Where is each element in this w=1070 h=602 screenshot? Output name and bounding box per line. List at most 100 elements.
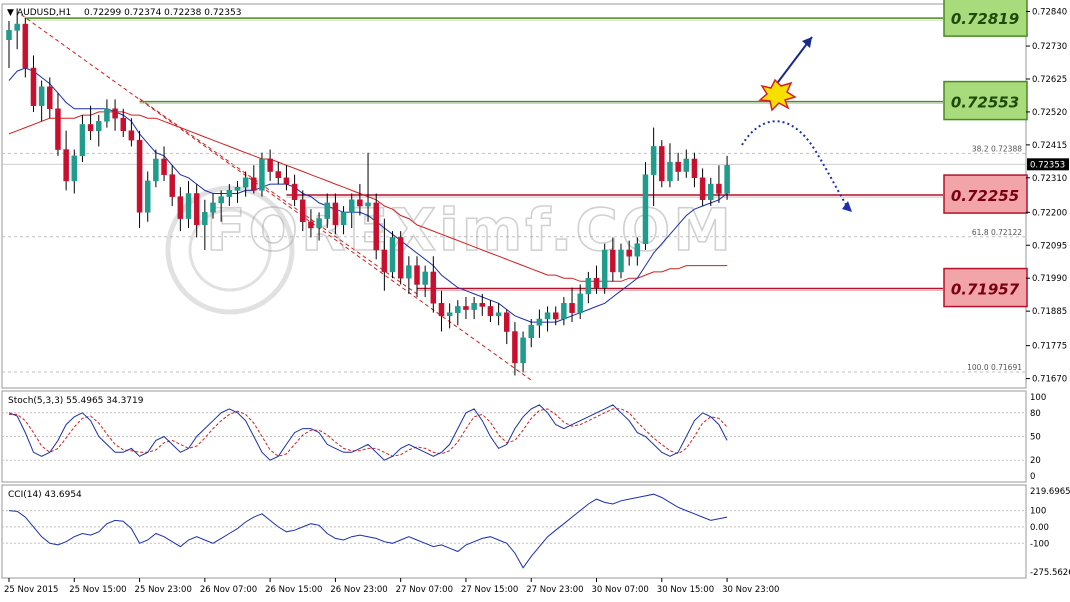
- current-price-label: 0.72353: [1030, 160, 1065, 170]
- candle-body: [267, 158, 273, 172]
- candle-body: [226, 190, 233, 197]
- candle-body: [601, 249, 608, 288]
- candle-body: [291, 183, 298, 201]
- candle-body: [365, 202, 371, 207]
- level-label: 0.72553: [951, 94, 1019, 112]
- candle-body: [316, 218, 322, 229]
- watermark-text: FOREXimf.COM: [206, 196, 734, 264]
- price-tick-label: 0.71670: [1032, 375, 1067, 385]
- stoch-title: Stoch(5,3,3) 55.4965 34.3719: [8, 396, 144, 406]
- candle-body: [234, 186, 241, 191]
- candle-body: [6, 30, 12, 41]
- candle-body: [55, 108, 61, 150]
- candle-body: [610, 249, 616, 273]
- candle-body: [242, 177, 249, 188]
- candle-body: [479, 303, 486, 307]
- candle-body: [634, 243, 641, 257]
- candle-body: [389, 237, 396, 273]
- candle-body: [96, 121, 102, 131]
- candle-body: [324, 202, 330, 219]
- candle-body: [716, 183, 722, 194]
- time-tick-label: 27 Nov 15:00: [461, 585, 518, 595]
- candle-body: [626, 249, 632, 257]
- candle-body: [185, 193, 192, 219]
- candle-body: [63, 149, 69, 182]
- candle-body: [667, 161, 673, 182]
- candle-body: [47, 86, 53, 110]
- stoch-tick-label: 0: [1030, 472, 1035, 482]
- time-tick-label: 25 Nov 15:00: [69, 585, 126, 595]
- candle-body: [552, 312, 559, 320]
- candle-body: [406, 265, 412, 279]
- chart-svg: 38.2 0.72388 61.8 0.72122 100.0 0.71691 FO…: [1, 0, 1070, 595]
- cci-title: CCI(14) 43.6954: [8, 490, 82, 500]
- price-tick-label: 0.71775: [1032, 342, 1067, 352]
- candle-body: [618, 249, 624, 273]
- candle-body: [438, 303, 445, 317]
- stoch-tick-label: 20: [1030, 456, 1041, 466]
- candle-body: [87, 124, 94, 131]
- candle-body: [210, 202, 216, 213]
- time-tick-label: 27 Nov 23:00: [526, 585, 583, 595]
- candle-body: [251, 177, 257, 191]
- candle-body: [487, 306, 494, 317]
- candle-body: [300, 199, 306, 222]
- level-label: 0.72255: [951, 187, 1019, 205]
- candle-body: [259, 158, 265, 191]
- fib-label: 38.2 0.72388: [972, 144, 1022, 153]
- candle-body: [397, 237, 404, 279]
- price-tick-label: 0.72625: [1032, 75, 1067, 85]
- candle-body: [144, 180, 151, 213]
- chart-header-symbol: AUDUSD,H1: [17, 8, 71, 18]
- cci-tick-label: -275.5626: [1030, 568, 1070, 578]
- candle-body: [373, 202, 379, 251]
- candle-body: [414, 265, 420, 285]
- candle-body: [471, 303, 477, 310]
- candle-body: [153, 158, 159, 182]
- candle-body: [202, 212, 208, 226]
- cci-tick-label: -100: [1030, 539, 1049, 549]
- stoch-tick-label: 100: [1030, 393, 1046, 403]
- candle-body: [112, 108, 118, 119]
- time-tick-label: 26 Nov 23:00: [330, 585, 387, 595]
- candle-body: [577, 293, 583, 313]
- price-tick-label: 0.71885: [1032, 307, 1067, 317]
- candle-body: [650, 146, 657, 175]
- candle-body: [381, 249, 388, 273]
- price-tick-label: 0.72310: [1032, 174, 1067, 184]
- price-tick-label: 0.72415: [1032, 141, 1067, 151]
- candle-body: [193, 193, 200, 226]
- candle-body: [675, 161, 681, 172]
- symbol-dropdown-icon[interactable]: ▼: [7, 8, 14, 18]
- candle-body: [512, 331, 518, 364]
- price-tick-label: 0.71990: [1032, 274, 1067, 284]
- candle-body: [520, 337, 526, 364]
- candle-body: [504, 312, 510, 332]
- candle-body: [161, 158, 167, 175]
- cci-tick-label: 0.00: [1030, 523, 1049, 533]
- time-tick-label: 27 Nov 07:00: [396, 585, 453, 595]
- candle-body: [585, 277, 592, 295]
- time-tick-label: 26 Nov 15:00: [265, 585, 322, 595]
- candle-body: [128, 130, 135, 141]
- candle-body: [308, 221, 314, 229]
- time-tick-label: 30 Nov 15:00: [657, 585, 714, 595]
- candle-body: [71, 155, 78, 182]
- candle-body: [536, 318, 543, 326]
- time-tick-label: 30 Nov 23:00: [722, 585, 779, 595]
- chart-root: 38.2 0.72388 61.8 0.72122 100.0 0.71691 FO…: [0, 0, 1070, 598]
- candle-body: [446, 312, 453, 317]
- candle-body: [495, 312, 502, 317]
- candle-body: [659, 146, 665, 182]
- candle-body: [642, 174, 649, 244]
- level-label: 0.71957: [951, 281, 1020, 299]
- candle-body: [14, 23, 20, 31]
- candle-body: [593, 277, 600, 288]
- price-tick-label: 0.72840: [1032, 8, 1067, 18]
- candle-body: [691, 158, 698, 179]
- stoch-tick-label: 50: [1030, 433, 1041, 443]
- candle-body: [463, 306, 469, 310]
- candle-body: [30, 67, 37, 106]
- candle-body: [340, 212, 347, 226]
- chart-header-ohlc: 0.72299 0.72374 0.72238 0.72353: [84, 8, 241, 18]
